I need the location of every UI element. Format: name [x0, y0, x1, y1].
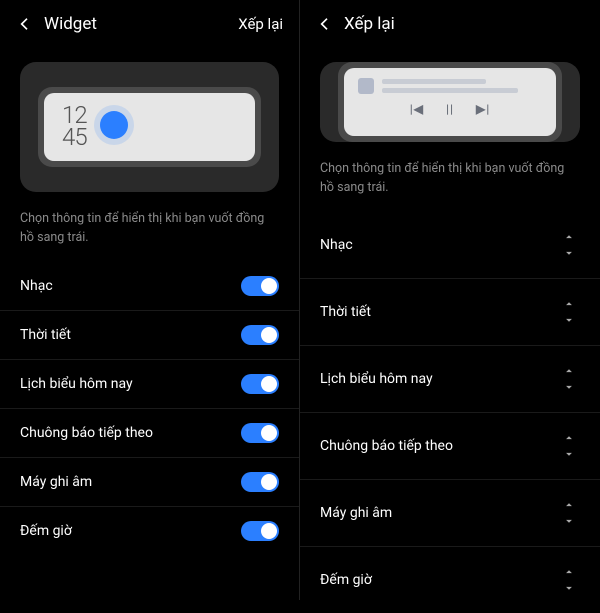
album-art-icon: [358, 78, 374, 94]
widget-toggle-list: Nhạc Thời tiết Lịch biểu hôm nay Chuông …: [0, 262, 299, 555]
reorder-action[interactable]: Xếp lại: [238, 15, 283, 33]
item-label: Chuông báo tiếp theo: [20, 425, 153, 441]
clock-indicator-dot: [100, 111, 128, 139]
list-item[interactable]: Lịch biểu hôm nay: [0, 360, 299, 409]
prev-track-icon: |◀: [410, 102, 424, 116]
clock-time: 12 45: [62, 105, 87, 148]
media-widget-card: |◀ || ▶|: [344, 68, 556, 136]
item-label: Máy ghi âm: [20, 474, 92, 490]
header: Xếp lại: [300, 0, 600, 46]
back-icon[interactable]: [316, 15, 334, 33]
toggle-switch[interactable]: [241, 276, 279, 296]
reorder-handle-icon[interactable]: [558, 226, 580, 264]
reorder-handle-icon[interactable]: [558, 293, 580, 331]
item-label: Nhạc: [20, 278, 53, 294]
list-item[interactable]: Máy ghi âm: [300, 480, 600, 547]
track-title-placeholder: [382, 79, 486, 84]
media-info: [358, 78, 542, 94]
reorder-handle-icon[interactable]: [558, 360, 580, 398]
toggle-switch[interactable]: [241, 325, 279, 345]
preview-frame: |◀ || ▶|: [338, 62, 562, 142]
reorder-pane: Xếp lại |◀ || ▶| Chọn thông tin để hiể: [300, 0, 600, 600]
item-label: Đếm giờ: [320, 572, 372, 588]
reorder-handle-icon[interactable]: [558, 494, 580, 532]
reorder-handle-icon[interactable]: [558, 561, 580, 599]
toggle-switch[interactable]: [241, 374, 279, 394]
media-controls: |◀ || ▶|: [410, 102, 491, 116]
item-label: Lịch biểu hôm nay: [20, 376, 133, 392]
back-icon[interactable]: [16, 15, 34, 33]
clock-minutes: 45: [62, 127, 87, 149]
item-label: Chuông báo tiếp theo: [320, 438, 453, 454]
item-label: Thời tiết: [320, 304, 371, 320]
list-item[interactable]: Chuông báo tiếp theo: [300, 413, 600, 480]
list-item[interactable]: Đếm giờ: [0, 507, 299, 555]
item-label: Nhạc: [320, 237, 353, 253]
list-item[interactable]: Lịch biểu hôm nay: [300, 346, 600, 413]
list-item[interactable]: Nhạc: [300, 212, 600, 279]
toggle-switch[interactable]: [241, 423, 279, 443]
list-item[interactable]: Thời tiết: [300, 279, 600, 346]
list-item[interactable]: Thời tiết: [0, 311, 299, 360]
toggle-switch[interactable]: [241, 521, 279, 541]
item-label: Đếm giờ: [20, 523, 72, 539]
list-item[interactable]: Chuông báo tiếp theo: [0, 409, 299, 458]
page-title: Widget: [44, 14, 228, 34]
item-label: Thời tiết: [20, 327, 71, 343]
item-label: Máy ghi âm: [320, 505, 392, 521]
header: Widget Xếp lại: [0, 0, 299, 46]
widget-preview: |◀ || ▶|: [320, 62, 580, 142]
page-title: Xếp lại: [344, 14, 584, 34]
toggle-switch[interactable]: [241, 472, 279, 492]
next-track-icon: ▶|: [476, 102, 490, 116]
pause-icon: ||: [446, 102, 454, 116]
list-item[interactable]: Máy ghi âm: [0, 458, 299, 507]
media-text-lines: [382, 79, 542, 94]
widget-preview: 12 45: [20, 62, 279, 192]
preview-frame: 12 45: [38, 87, 261, 167]
list-item[interactable]: Nhạc: [0, 262, 299, 311]
item-label: Lịch biểu hôm nay: [320, 371, 433, 387]
widget-settings-pane: Widget Xếp lại 12 45 Chọn thông tin để h…: [0, 0, 300, 600]
description-text: Chọn thông tin để hiển thị khi bạn vuốt …: [300, 156, 600, 212]
description-text: Chọn thông tin để hiển thị khi bạn vuốt …: [0, 206, 299, 262]
track-artist-placeholder: [382, 88, 518, 93]
reorder-handle-icon[interactable]: [558, 427, 580, 465]
widget-reorder-list: Nhạc Thời tiết Lịch biểu hôm nay Chuông …: [300, 212, 600, 613]
clock-widget-card: 12 45: [44, 93, 255, 161]
list-item[interactable]: Đếm giờ: [300, 547, 600, 613]
